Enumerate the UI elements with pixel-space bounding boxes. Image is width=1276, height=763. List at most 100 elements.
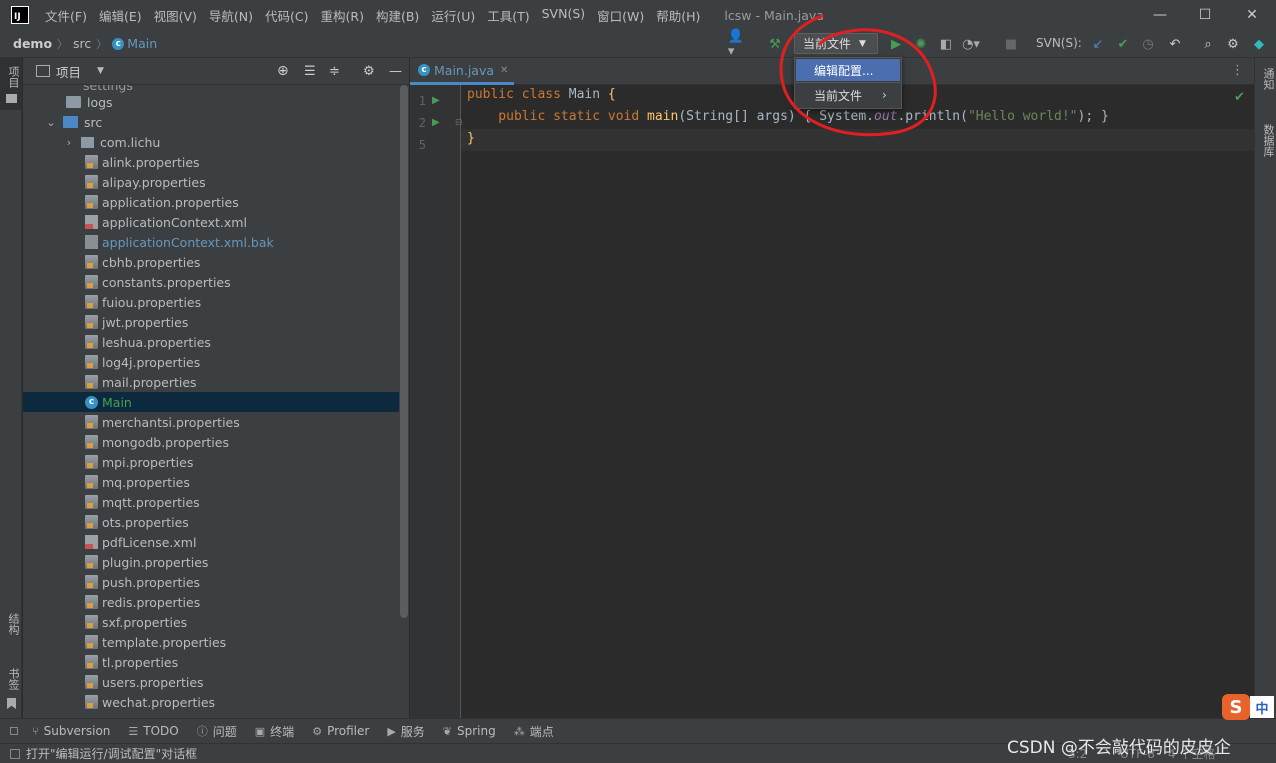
rollback-icon[interactable]: ↶ (1167, 36, 1183, 52)
tree-item-file[interactable]: template.properties (23, 632, 399, 652)
no-problems-check-icon[interactable]: ✔ (1234, 90, 1245, 105)
build-hammer-icon[interactable]: ⚒ (767, 36, 783, 52)
tree-item-file[interactable]: plugin.properties (23, 552, 399, 572)
tree-item-file[interactable]: merchantsi.properties (23, 412, 399, 432)
hide-panel-icon[interactable]: — (389, 64, 402, 79)
tree-item-file[interactable]: wechat.properties (23, 692, 399, 712)
menu-item-3[interactable]: 导航(N) (203, 6, 259, 25)
tree-item-file[interactable]: users.properties (23, 672, 399, 692)
chevron-down-icon[interactable]: ▼ (97, 66, 104, 76)
tree-item-file[interactable]: c Main (23, 392, 399, 412)
tree-item-src[interactable]: ⌄ src (23, 112, 399, 132)
plugin-icon[interactable]: ◆ (1251, 36, 1267, 52)
structure-tool-tab[interactable]: 结构 (5, 613, 21, 635)
menu-item-11[interactable]: 帮助(H) (650, 6, 706, 25)
breadcrumb-project[interactable]: demo (13, 36, 52, 51)
tree-item-file[interactable]: mpi.properties (23, 452, 399, 472)
tree-item-file[interactable]: tl.properties (23, 652, 399, 672)
toggle-tool-windows-icon[interactable] (10, 727, 18, 735)
menu-item-edit-configurations[interactable]: 编辑配置... (796, 59, 900, 81)
close-icon[interactable]: ✕ (1228, 0, 1276, 30)
chevron-down-icon[interactable]: ⌄ (45, 116, 57, 129)
breadcrumb-main[interactable]: Main (127, 36, 157, 51)
tree-item-file[interactable]: alink.properties (23, 152, 399, 172)
vcs-user-icon[interactable]: 👤▾ (728, 29, 744, 59)
tree-item-package[interactable]: › com.lichu (23, 132, 399, 152)
stop-icon[interactable]: ■ (1003, 36, 1019, 52)
tree-item-file[interactable]: cbhb.properties (23, 252, 399, 272)
tree-item-logs[interactable]: logs (23, 92, 399, 112)
chevron-right-icon[interactable]: › (63, 136, 75, 149)
tree-item-file[interactable]: mqtt.properties (23, 492, 399, 512)
svn-update-icon[interactable]: ↙ (1090, 36, 1106, 52)
tree-item-file[interactable]: fuiou.properties (23, 292, 399, 312)
code-line[interactable]: public static void main(String[] args) {… (467, 109, 1109, 124)
tree-item-file[interactable]: mongodb.properties (23, 432, 399, 452)
menu-item-9[interactable]: SVN(S) (536, 6, 592, 25)
tree-item-file[interactable]: applicationContext.xml (23, 212, 399, 232)
profile-icon[interactable]: ◔▾ (962, 36, 980, 52)
tree-item-file[interactable]: redis.properties (23, 592, 399, 612)
maximize-icon[interactable]: ☐ (1181, 0, 1229, 30)
code-line[interactable]: } (467, 131, 475, 146)
ime-indicator[interactable]: S 中 (1222, 694, 1276, 720)
run-gutter-icon[interactable]: ▶ (432, 95, 440, 106)
menu-item-10[interactable]: 窗口(W) (591, 6, 650, 25)
run-gutter-icon[interactable]: ▶ (432, 117, 440, 128)
more-options-icon[interactable]: ⋮ (1231, 63, 1244, 78)
tab-main-java[interactable]: c Main.java ✕ (410, 58, 514, 85)
locate-file-icon[interactable]: ⊕ (277, 63, 289, 79)
bottom-tab-2[interactable]: ⓘ 问题 (197, 723, 237, 740)
bottom-tab-4[interactable]: ⚙ Profiler (312, 723, 369, 740)
tree-item-file[interactable]: sxf.properties (23, 612, 399, 632)
bottom-tab-6[interactable]: ❦ Spring (443, 723, 496, 740)
gear-icon[interactable]: ⚙ (1225, 36, 1241, 52)
project-scrollbar[interactable] (400, 85, 408, 618)
debug-icon[interactable]: ✺ (913, 36, 929, 52)
breadcrumb-src[interactable]: src (73, 36, 91, 51)
menu-item-6[interactable]: 构建(B) (370, 6, 425, 25)
search-icon[interactable]: ⌕ (1200, 36, 1216, 52)
bottom-tab-5[interactable]: ▶ 服务 (387, 723, 424, 740)
minimize-icon[interactable]: — (1136, 0, 1184, 30)
code-line[interactable]: public class Main { (467, 87, 616, 102)
coverage-icon[interactable]: ◧ (938, 36, 954, 52)
menu-item-8[interactable]: 工具(T) (481, 6, 535, 25)
expand-all-icon[interactable]: ☰ (304, 64, 316, 79)
close-tab-icon[interactable]: ✕ (500, 65, 508, 76)
notifications-tool-tab[interactable]: 通知 (1260, 68, 1276, 90)
tree-item-file[interactable]: applicationContext.xml.bak (23, 232, 399, 252)
tree-item-file[interactable]: constants.properties (23, 272, 399, 292)
bottom-tab-7[interactable]: ⁂ 端点 (514, 723, 554, 740)
bottom-tab-1[interactable]: ☰ TODO (128, 723, 178, 740)
history-icon[interactable]: ◷ (1140, 36, 1156, 52)
tree-item-file[interactable]: pdfLicense.xml (23, 532, 399, 552)
menu-item-7[interactable]: 运行(U) (425, 6, 481, 25)
fold-icon[interactable]: ⊟ (455, 118, 463, 128)
tree-item-file[interactable]: mq.properties (23, 472, 399, 492)
project-tool-tab[interactable]: 项目 (5, 66, 21, 88)
bookmarks-tool-tab[interactable]: 书签 (5, 668, 21, 690)
menu-item-0[interactable]: 文件(F) (39, 6, 93, 25)
tree-item-file[interactable]: alipay.properties (23, 172, 399, 192)
tree-item-file[interactable]: ots.properties (23, 512, 399, 532)
project-panel-title[interactable]: 项目 (56, 62, 81, 81)
gear-icon[interactable]: ⚙ (363, 64, 375, 79)
bottom-tab-3[interactable]: ▣ 终端 (255, 723, 294, 740)
menu-item-current-file[interactable]: 当前文件 › (796, 84, 900, 106)
database-tool-tab[interactable]: 数据库 (1260, 124, 1276, 157)
collapse-all-icon[interactable]: ≑ (329, 64, 340, 79)
tree-item-file[interactable]: application.properties (23, 192, 399, 212)
tree-item-file[interactable]: push.properties (23, 572, 399, 592)
menu-item-4[interactable]: 代码(C) (259, 6, 314, 25)
tree-item-file[interactable]: jwt.properties (23, 312, 399, 332)
menu-item-1[interactable]: 编辑(E) (93, 6, 148, 25)
intellij-logo-icon[interactable]: IJ (11, 6, 29, 24)
tree-item-file[interactable]: mail.properties (23, 372, 399, 392)
bottom-tab-0[interactable]: ⑂ Subversion (32, 723, 110, 740)
tree-item-file[interactable]: log4j.properties (23, 352, 399, 372)
status-layout-icon[interactable] (10, 748, 20, 759)
svn-commit-icon[interactable]: ✔ (1115, 36, 1131, 52)
run-icon[interactable]: ▶ (888, 36, 904, 52)
menu-item-5[interactable]: 重构(R) (315, 6, 370, 25)
